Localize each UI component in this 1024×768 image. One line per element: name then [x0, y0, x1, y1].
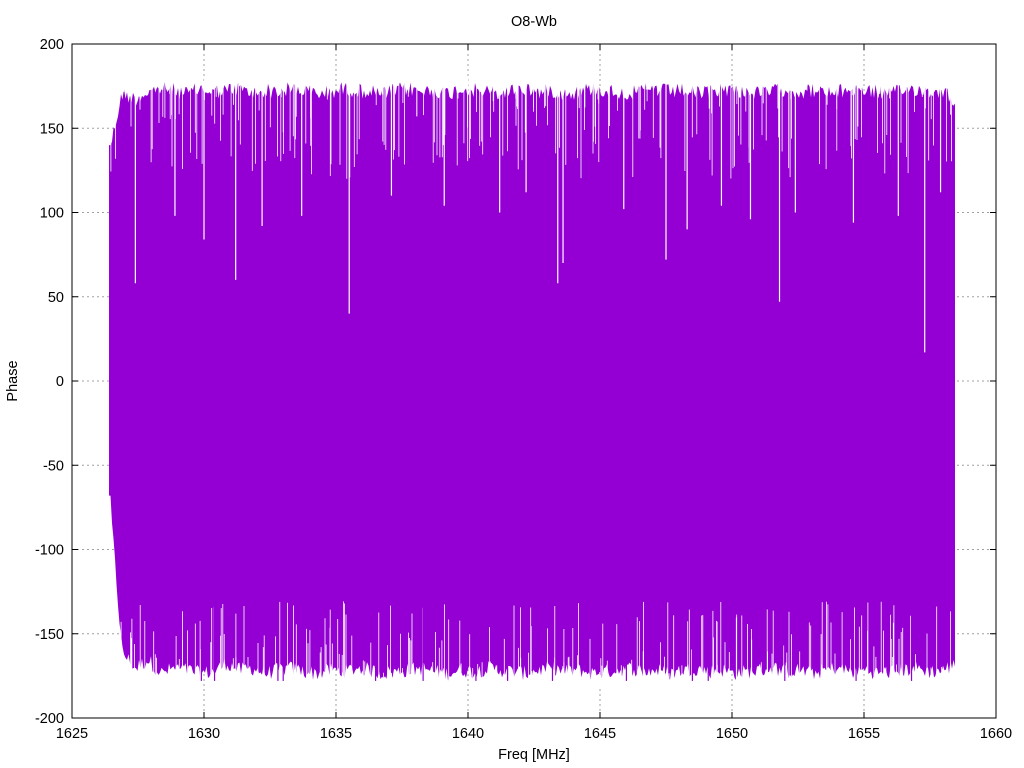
y-tick-label: 100 [40, 206, 64, 222]
series-phase [109, 77, 957, 686]
y-tick-label: 0 [56, 374, 64, 390]
y-tick-label: -100 [35, 543, 64, 559]
y-tick-label: 150 [40, 121, 64, 137]
x-tick-label: 1655 [848, 726, 880, 742]
x-tick-label: 1650 [716, 726, 748, 742]
x-tick-label: 1630 [188, 726, 220, 742]
x-tick-label: 1660 [980, 726, 1012, 742]
y-tick-label: -50 [43, 458, 64, 474]
x-tick-label: 1645 [584, 726, 616, 742]
y-tick-label: -150 [35, 627, 64, 643]
x-axis-title: Freq [MHz] [498, 747, 570, 763]
y-tick-label: 50 [48, 290, 64, 306]
y-tick-label: -200 [35, 711, 64, 727]
x-tick-label: 1625 [56, 726, 88, 742]
y-axis-title: Phase [5, 360, 21, 401]
x-tick-label: 1640 [452, 726, 484, 742]
chart-title: O8-Wb [511, 14, 557, 30]
y-tick-label: 200 [40, 37, 64, 53]
x-tick-label: 1635 [320, 726, 352, 742]
chart: 1625 1630 1635 1640 1645 1650 1655 1660 -200 -150… [5, 14, 1012, 763]
